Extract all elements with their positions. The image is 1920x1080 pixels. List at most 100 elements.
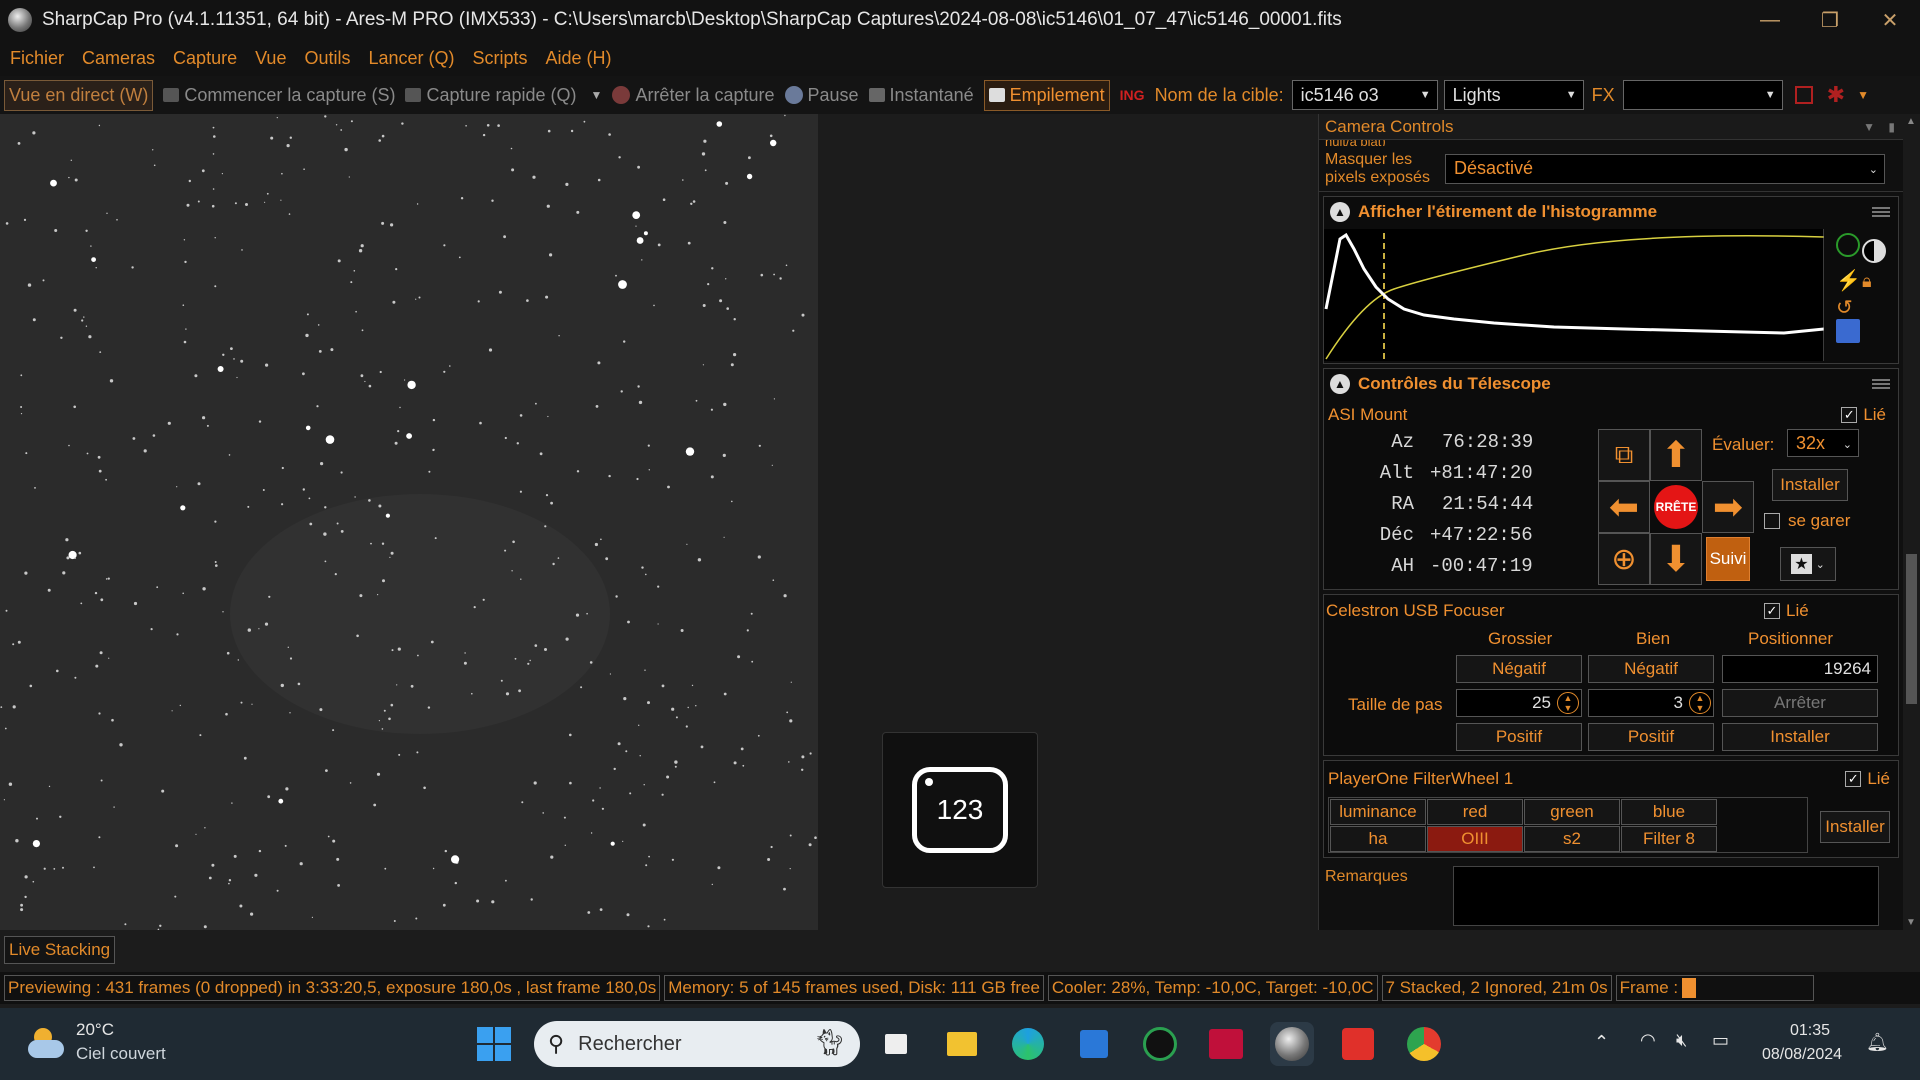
crosshair-reticle-icon[interactable]: ✱ — [1827, 82, 1845, 108]
lightning-icon[interactable]: ⚡ — [1836, 268, 1861, 292]
focuser-stop-button[interactable]: Arrêter — [1722, 689, 1878, 717]
selection-rect-icon[interactable] — [1794, 86, 1813, 104]
focuser-linked[interactable]: ✓ Lié — [1764, 601, 1809, 621]
tracking-button[interactable]: Suivi — [1706, 537, 1750, 581]
scroll-thumb[interactable] — [1906, 554, 1917, 704]
weather-cloud-icon[interactable] — [26, 1026, 66, 1062]
live-view-button[interactable]: Vue en direct (W) — [4, 79, 154, 111]
clock-date[interactable]: 08/08/2024 — [1762, 1046, 1842, 1064]
quick-capture-button[interactable]: Capture rapide (Q) ▼ — [405, 85, 602, 106]
fx-combo[interactable]: ▼ — [1622, 80, 1783, 110]
contrast-icon[interactable] — [1862, 239, 1886, 263]
mount-install-button[interactable]: Installer — [1772, 469, 1848, 501]
mount-linked[interactable]: ✓ Lié — [1841, 405, 1886, 425]
taskbar-search[interactable]: ⚲ Rechercher 🐈︎ — [534, 1021, 860, 1067]
snapshot-button[interactable]: Instantané — [868, 85, 974, 106]
phd2-guiding-icon[interactable] — [1138, 1022, 1182, 1066]
battery-icon[interactable]: ▭ — [1712, 1030, 1729, 1051]
chevron-down-icon[interactable]: ▼ — [1863, 120, 1875, 134]
spin-arrows-icon[interactable]: ▲ ▼ — [1557, 692, 1579, 714]
astro-app-icon[interactable] — [1204, 1022, 1248, 1066]
weather-temp[interactable]: 20°C — [76, 1020, 114, 1040]
checkbox-icon[interactable] — [1764, 513, 1780, 529]
notes-textarea[interactable] — [1453, 866, 1879, 926]
coarse-negative-button[interactable]: Négatif — [1456, 655, 1582, 683]
stacking-button[interactable]: Empilement — [983, 79, 1110, 111]
menu-lancer[interactable]: Lancer (Q) — [368, 48, 454, 69]
histogram-header[interactable]: ▲ Afficher l'étirement de l'histogramme — [1324, 197, 1898, 227]
scroll-up-icon[interactable]: ▲ — [1906, 116, 1916, 127]
reset-icon[interactable]: ↺ — [1836, 295, 1860, 319]
menu-outils[interactable]: Outils — [304, 48, 350, 69]
coarse-positive-button[interactable]: Positif — [1456, 723, 1582, 751]
chevron-up-icon[interactable]: ⌃ — [1594, 1032, 1609, 1053]
wifi-icon[interactable]: ◠ — [1640, 1030, 1656, 1051]
fine-step-stepper[interactable]: 3 ▲ ▼ — [1588, 689, 1714, 717]
filter-luminance[interactable]: luminance — [1330, 799, 1426, 825]
fine-negative-button[interactable]: Négatif — [1588, 655, 1714, 683]
lock-icon[interactable]: 🔒︎ — [1862, 271, 1886, 295]
filterwheel-install-button[interactable]: Installer — [1820, 811, 1890, 843]
sharpcap-taskbar-icon[interactable] — [1270, 1022, 1314, 1066]
focuser-install-button[interactable]: Installer — [1722, 723, 1878, 751]
filterwheel-linked[interactable]: ✓ Lié — [1845, 769, 1890, 789]
microsoft-store-icon[interactable] — [1072, 1022, 1116, 1066]
checkbox-checked-icon[interactable]: ✓ — [1764, 603, 1780, 619]
crosshair-icon[interactable]: ⊕ — [1598, 533, 1650, 585]
stop-slew-button[interactable]: RRÊTE — [1650, 481, 1702, 533]
minimize-button[interactable]: — — [1740, 0, 1800, 40]
filter-green[interactable]: green — [1524, 799, 1620, 825]
chrome-browser-icon[interactable] — [1402, 1022, 1446, 1066]
menu-aide[interactable]: Aide (H) — [546, 48, 612, 69]
chevron-down-icon[interactable]: ▼ — [1857, 88, 1869, 102]
windows-start-icon[interactable] — [472, 1022, 516, 1066]
menu-vue[interactable]: Vue — [255, 48, 286, 69]
menu-icon[interactable] — [1872, 379, 1890, 389]
position-field[interactable]: 19264 — [1722, 655, 1878, 683]
notification-bell-icon[interactable]: 🔔︎ — [1866, 1032, 1889, 1053]
save-icon[interactable] — [1836, 319, 1860, 343]
rate-combo[interactable]: 32x ⌄ — [1787, 429, 1859, 457]
filter-blue[interactable]: blue — [1621, 799, 1717, 825]
filter-8[interactable]: Filter 8 — [1621, 826, 1717, 852]
filter-oiii-selected[interactable]: OIII — [1427, 826, 1523, 852]
restore-button[interactable]: ❐ — [1800, 0, 1860, 40]
task-view-icon[interactable] — [874, 1022, 918, 1066]
ing-logo-icon[interactable]: ING — [1120, 87, 1145, 103]
image-viewer[interactable] — [0, 114, 818, 930]
star-dropdown-button[interactable]: ★ ⌄ — [1780, 547, 1836, 581]
edge-browser-icon[interactable] — [1006, 1022, 1050, 1066]
menu-icon[interactable] — [1872, 207, 1890, 217]
file-explorer-icon[interactable] — [940, 1022, 984, 1066]
weather-desc[interactable]: Ciel couvert — [76, 1044, 166, 1064]
filter-s2[interactable]: s2 — [1524, 826, 1620, 852]
telescope-header[interactable]: ▲ Contrôles du Télescope — [1324, 369, 1898, 399]
filter-ha[interactable]: ha — [1330, 826, 1426, 852]
close-button[interactable]: ✕ — [1860, 0, 1920, 40]
arrow-left-icon[interactable]: ⬅ — [1598, 481, 1650, 533]
coarse-step-stepper[interactable]: 25 ▲ ▼ — [1456, 689, 1582, 717]
speaker-muted-icon[interactable]: 🔇︎ — [1676, 1030, 1687, 1051]
start-capture-button[interactable]: Commencer la capture (S) — [163, 85, 395, 106]
filter-red[interactable]: red — [1427, 799, 1523, 825]
live-stacking-tab[interactable]: Live Stacking — [4, 936, 116, 964]
counter-overlay-widget[interactable]: 123 — [882, 732, 1038, 888]
menu-cameras[interactable]: Cameras — [82, 48, 155, 69]
anydesk-icon[interactable] — [1336, 1022, 1380, 1066]
panel-scrollbar[interactable]: ▲ ▼ — [1903, 114, 1920, 930]
frame-type-combo[interactable]: Lights ▼ — [1443, 80, 1584, 110]
menu-fichier[interactable]: Fichier — [10, 48, 64, 69]
menu-scripts[interactable]: Scripts — [473, 48, 528, 69]
stop-capture-button[interactable]: Arrêter la capture — [612, 85, 775, 106]
park-option[interactable]: se garer — [1764, 511, 1850, 531]
pin-icon[interactable]: ▮ — [1888, 120, 1895, 134]
menu-capture[interactable]: Capture — [173, 48, 237, 69]
chevron-down-icon[interactable]: ▼ — [591, 88, 603, 102]
target-name-combo[interactable]: ic5146 o3 ▼ — [1291, 80, 1438, 110]
arrow-up-icon[interactable]: ⬆ — [1650, 429, 1702, 481]
power-icon[interactable] — [1836, 233, 1860, 257]
fine-positive-button[interactable]: Positif — [1588, 723, 1714, 751]
arrow-right-icon[interactable]: ➡ — [1702, 481, 1754, 533]
histogram-plot[interactable] — [1324, 229, 1824, 361]
spiral-search-icon[interactable]: ⧉ — [1598, 429, 1650, 481]
